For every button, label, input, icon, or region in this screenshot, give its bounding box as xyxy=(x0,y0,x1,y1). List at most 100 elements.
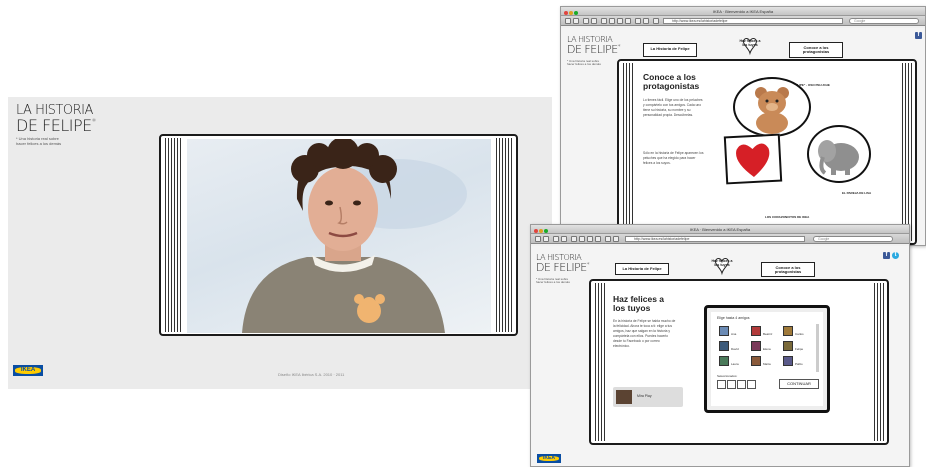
font-icon[interactable] xyxy=(587,236,593,242)
intro-text: Lo tienes fácil. Elige uno de los peluch… xyxy=(643,98,703,117)
back-icon[interactable] xyxy=(535,236,541,242)
friend-photo[interactable] xyxy=(783,356,793,366)
label-elephant: EL PAREJA DE LISA xyxy=(842,191,872,195)
friend-name: Ana xyxy=(731,332,737,336)
bookmark-icon[interactable] xyxy=(571,236,577,242)
book-page: Conoce a los protagonistas Lo tienes fác… xyxy=(637,65,899,241)
thumbnail-image xyxy=(616,390,632,404)
tagline: * Una historia real sobre hacer felices … xyxy=(536,277,570,285)
ikea-logo[interactable]: IKEA xyxy=(13,365,43,376)
friend-photo[interactable] xyxy=(751,341,761,351)
continue-button[interactable]: CONTINUAR xyxy=(779,379,819,389)
history-icon[interactable] xyxy=(653,18,659,24)
friend-photo[interactable] xyxy=(751,356,761,366)
twitter-icon[interactable]: t xyxy=(892,252,899,259)
back-icon[interactable] xyxy=(565,18,571,24)
ikea-logo[interactable]: IKEA xyxy=(537,454,561,463)
home-icon[interactable] xyxy=(561,236,567,242)
print-icon[interactable] xyxy=(609,18,615,24)
settings-icon[interactable] xyxy=(613,236,619,242)
browser-toolbar: http://www.ikea.es/lahistoriadefelipe Go… xyxy=(531,234,909,244)
picker-title: Elige hasta 4 amigos xyxy=(717,316,750,320)
section-heading: Conoce a los protagonistas xyxy=(643,72,700,91)
book-frame xyxy=(159,134,518,336)
friend-photo[interactable] xyxy=(751,326,761,336)
forward-icon[interactable] xyxy=(543,236,549,242)
logo[interactable]: LA HISTORIA DE FELIPE* xyxy=(536,254,590,274)
tagline: * Una historia real sobre hacer felices … xyxy=(567,59,601,67)
mail-icon[interactable] xyxy=(595,236,601,242)
selected-slot-2[interactable] xyxy=(727,380,736,389)
minimize-icon[interactable] xyxy=(569,11,573,15)
elephant-image[interactable] xyxy=(807,125,871,183)
page-icon[interactable] xyxy=(605,236,611,242)
selected-slot-3[interactable] xyxy=(737,380,746,389)
search-field[interactable]: Google xyxy=(849,18,919,24)
teddy-bear-image[interactable] xyxy=(733,77,811,137)
search-field[interactable]: Google xyxy=(813,236,893,242)
close-icon[interactable] xyxy=(564,11,568,15)
selected-slot-4[interactable] xyxy=(747,380,756,389)
tab-haz-felices[interactable]: ♥ Haz felices a los tuyos xyxy=(729,31,771,58)
thumbnail-label: Mira Play xyxy=(637,394,652,398)
footer-copyright: Diseño IKEA Ibérica S.A. 2010 · 2011 xyxy=(278,372,345,377)
book-page: Haz felices a los tuyos En la historia d… xyxy=(609,285,871,441)
friend-photo[interactable] xyxy=(719,356,729,366)
browser-toolbar: http://www.ikea.es/lahistoriadefelipe Go… xyxy=(561,16,925,26)
browser-window-haz-felices: IKEA · Bienvenido a IKEA España http://w… xyxy=(530,224,910,467)
zoom-icon[interactable] xyxy=(574,11,578,15)
friend-photo[interactable] xyxy=(783,341,793,351)
section-heading: Haz felices a los tuyos xyxy=(613,294,665,313)
friend-photo[interactable] xyxy=(719,326,729,336)
scrollbar[interactable] xyxy=(816,324,819,372)
friend-name: Elena xyxy=(763,347,771,351)
friend-name: Felipe xyxy=(795,347,804,351)
friend-name: David xyxy=(731,347,739,351)
video-player[interactable] xyxy=(187,139,491,333)
intro-text: En la historia de Felipe se habla mucho … xyxy=(613,319,676,348)
bookmark-icon[interactable] xyxy=(601,18,607,24)
minimize-icon[interactable] xyxy=(539,229,543,233)
friend-name: Marta xyxy=(763,362,771,366)
zoom-icon[interactable] xyxy=(544,229,548,233)
forward-icon[interactable] xyxy=(573,18,579,24)
book-pages-left xyxy=(163,138,183,332)
font-icon[interactable] xyxy=(617,18,623,24)
logo-star: * xyxy=(91,117,97,128)
page-icon[interactable] xyxy=(635,18,641,24)
friend-photo[interactable] xyxy=(783,326,793,336)
friend-photo[interactable] xyxy=(719,341,729,351)
print-icon[interactable] xyxy=(579,236,585,242)
logo-line2: DE FELIPE xyxy=(16,116,92,135)
hearts-image[interactable] xyxy=(723,133,783,185)
facebook-icon[interactable]: f xyxy=(883,252,890,259)
logo[interactable]: LA HISTORIA DE FELIPE* xyxy=(16,104,96,134)
tab-protagonistas[interactable]: Conoce a los protagonistas xyxy=(789,42,843,58)
book-pages-right xyxy=(494,138,514,332)
book-frame: Haz felices a los tuyos En la historia d… xyxy=(589,279,889,445)
page-content: LA HISTORIA DE FELIPE* * Una historia re… xyxy=(561,28,925,245)
friend-name: Pablo xyxy=(795,362,803,366)
window-titlebar: IKEA · Bienvenido a IKEA España xyxy=(561,7,925,16)
url-bar[interactable]: http://www.ikea.es/lahistoriadefelipe xyxy=(625,236,805,242)
reload-icon[interactable] xyxy=(553,236,559,242)
url-bar[interactable]: http://www.ikea.es/lahistoriadefelipe xyxy=(663,18,843,24)
tab-haz-felices[interactable]: ♥ Haz felices a los tuyos xyxy=(701,251,743,278)
close-icon[interactable] xyxy=(534,229,538,233)
tab-protagonistas[interactable]: Conoce a los protagonistas xyxy=(761,262,815,277)
logo[interactable]: LA HISTORIA DE FELIPE* xyxy=(567,36,621,56)
home-icon[interactable] xyxy=(591,18,597,24)
video-panel: LA HISTORIA DE FELIPE* * Una historia re… xyxy=(8,97,552,389)
video-thumbnail[interactable]: Mira Play xyxy=(613,387,683,407)
reload-icon[interactable] xyxy=(583,18,589,24)
tagline: * Una historia real sobre hacer felices … xyxy=(16,136,62,146)
facebook-icon[interactable]: f xyxy=(915,32,922,39)
mail-icon[interactable] xyxy=(625,18,631,24)
tab-historia[interactable]: La Historia de Felipe xyxy=(643,43,697,57)
label-hearts: LOS CORAZONCITOS DE IKEA xyxy=(765,215,810,219)
window-titlebar: IKEA · Bienvenido a IKEA España xyxy=(531,225,909,234)
video-frame-image xyxy=(242,139,467,333)
selected-slot-1[interactable] xyxy=(717,380,726,389)
settings-icon[interactable] xyxy=(643,18,649,24)
tab-historia[interactable]: La Historia de Felipe xyxy=(615,263,669,275)
